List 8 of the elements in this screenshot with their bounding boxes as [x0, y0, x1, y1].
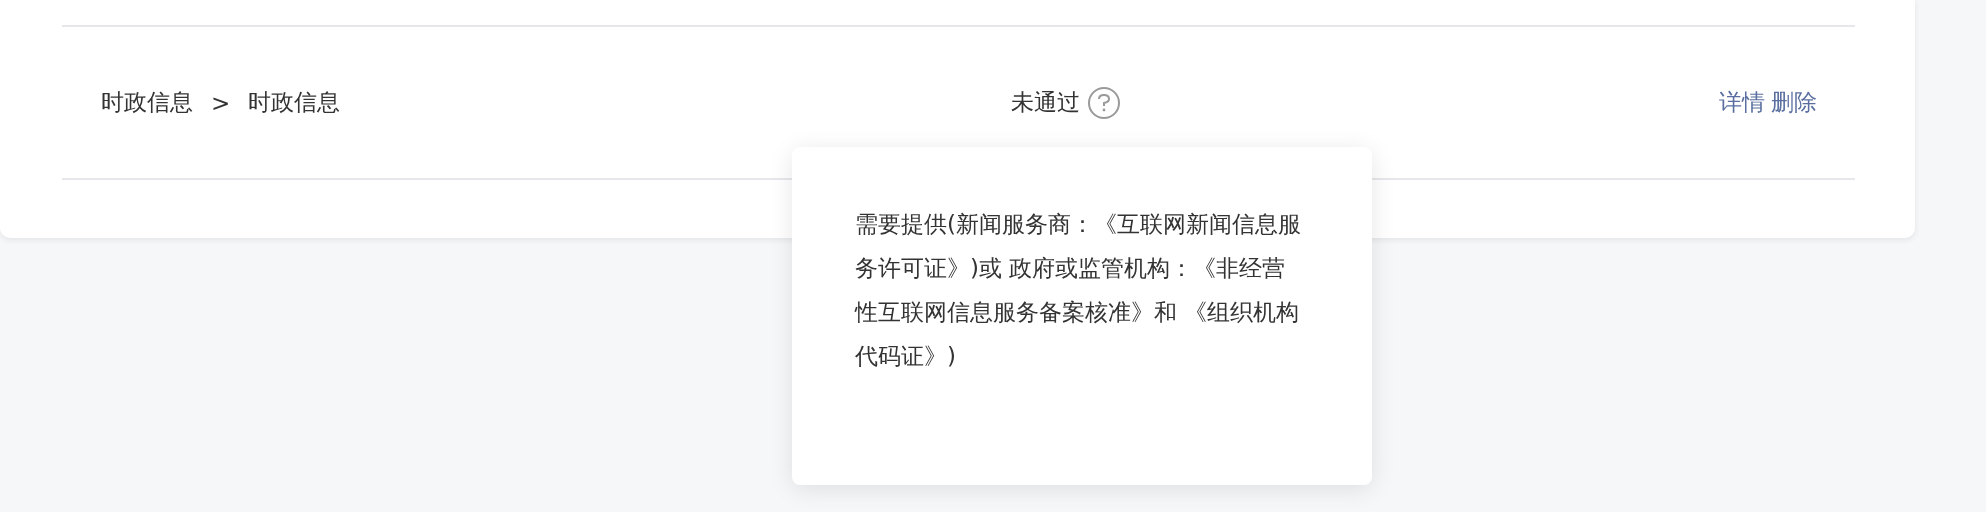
tooltip-text: 需要提供(新闻服务商：《互联网新闻信息服务许可证》)或 政府或监管机构：《非经营性互联网信息服务备案核准》和 《组织机构代码证》) [855, 210, 1302, 371]
delete-link[interactable]: 删除 [1771, 87, 1817, 118]
status-text: 未通过 [1011, 88, 1080, 117]
details-link[interactable]: 详情 [1719, 87, 1765, 118]
category-text: 时政信息 [101, 88, 193, 117]
subcategory-text: 时政信息 [248, 88, 341, 117]
help-icon[interactable] [1088, 86, 1120, 119]
separator-text: > [211, 89, 231, 116]
